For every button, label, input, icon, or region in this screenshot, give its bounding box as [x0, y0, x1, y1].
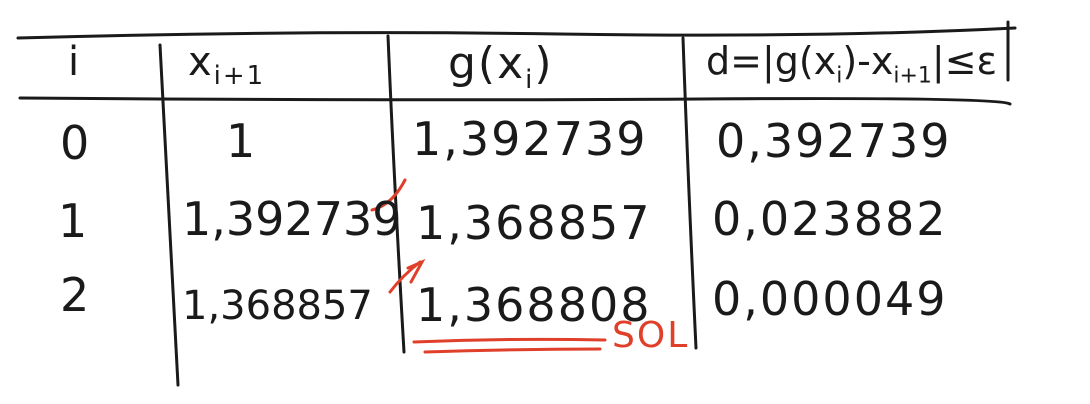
header-d-mid: )-x	[842, 39, 894, 83]
cell-d-row2: 0,000049	[712, 272, 948, 326]
solution-underline-1	[412, 337, 607, 344]
header-g-subscript: i	[525, 64, 535, 95]
solution-label: SOL	[612, 315, 690, 356]
header-x-next-subscript: i+1	[213, 61, 266, 91]
header-g-label: g(x	[448, 38, 526, 89]
header-d: d=|g(xi)-xi+1|≤ε	[706, 42, 997, 88]
header-g: g(xi)	[448, 42, 554, 93]
cell-x-row1: 1,392739	[182, 192, 402, 246]
cell-i-row0: 0	[60, 116, 92, 170]
header-d-subscript-2: i+1	[893, 63, 932, 89]
cell-d-row0: 0,392739	[716, 114, 952, 168]
header-d-label: d=|g(x	[706, 39, 837, 83]
header-g-close: )	[534, 38, 554, 89]
header-x-next-label: x	[188, 39, 214, 85]
cell-i-row2: 2	[60, 268, 92, 322]
whiteboard-table: i xi+1 g(xi) d=|g(xi)-xi+1|≤ε 0 1 1,3927…	[0, 0, 1090, 404]
solution-underline-2	[423, 347, 602, 354]
header-d-end: |≤ε	[931, 39, 998, 83]
cell-g-row1: 1,368857	[416, 196, 652, 250]
header-i: i	[68, 39, 82, 85]
cell-d-row1: 0,023882	[712, 192, 948, 246]
cell-x-row2: 1,368857	[182, 283, 373, 329]
cell-x-row0: 1	[226, 114, 258, 168]
cell-g-row0: 1,392739	[412, 112, 648, 166]
cell-i-row1: 1	[58, 194, 90, 248]
header-x-next: xi+1	[188, 42, 265, 89]
